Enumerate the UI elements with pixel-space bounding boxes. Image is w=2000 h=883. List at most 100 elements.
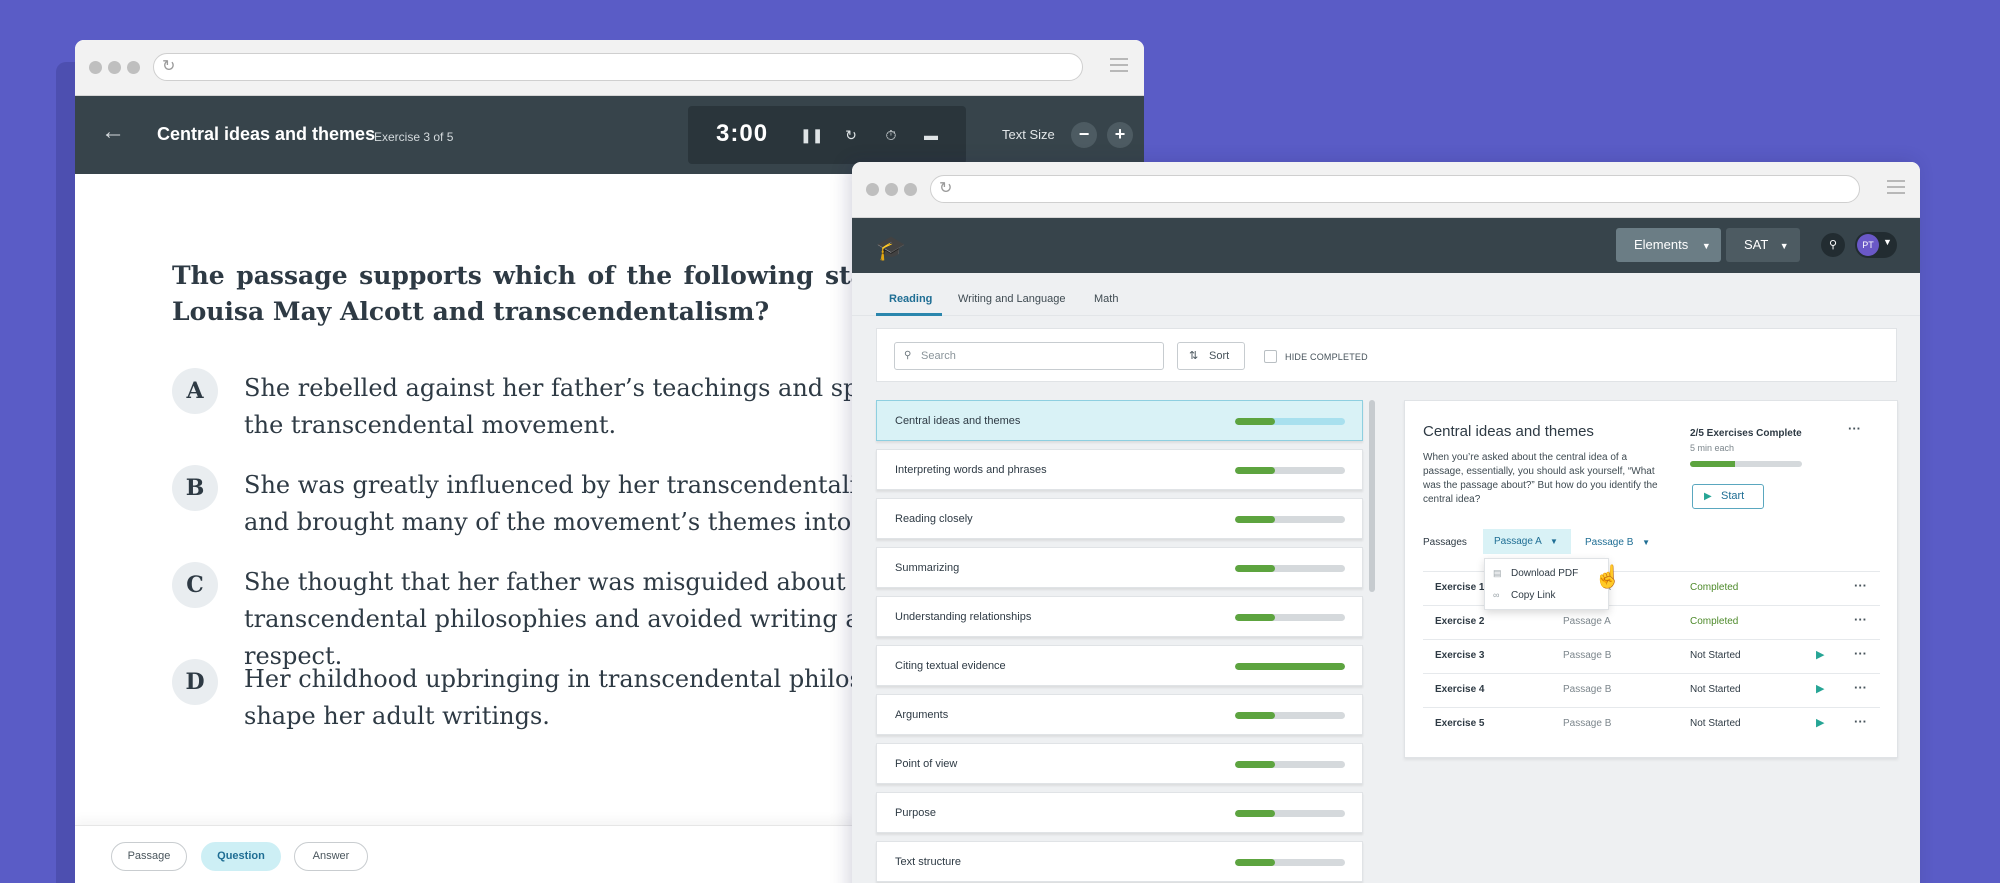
play-icon: ▶ bbox=[1704, 491, 1712, 502]
skill-name: Reading closely bbox=[895, 513, 973, 525]
progress-fill bbox=[1235, 663, 1345, 670]
graduation-cap-logo-icon[interactable]: 🎓 bbox=[876, 234, 906, 263]
checkbox[interactable] bbox=[1264, 350, 1277, 363]
exercise-row[interactable]: Exercise 4 Passage B Not Started ▶ ··· bbox=[1423, 673, 1880, 707]
more-options-icon[interactable]: ··· bbox=[1854, 612, 1867, 627]
skill-list-item[interactable]: Understanding relationships bbox=[876, 596, 1363, 637]
play-icon[interactable]: ▶ bbox=[1816, 716, 1824, 729]
progress-fill bbox=[1235, 761, 1275, 768]
progress-fill bbox=[1235, 859, 1275, 866]
progress-fill bbox=[1235, 418, 1275, 425]
exercise-name: Exercise 4 bbox=[1435, 684, 1485, 695]
play-icon[interactable]: ▶ bbox=[1816, 682, 1824, 695]
start-label: Start bbox=[1721, 490, 1745, 502]
skill-list-item[interactable]: Central ideas and themes bbox=[876, 400, 1363, 441]
passage-a-menu: ▤ Download PDF ∞ Copy Link bbox=[1484, 558, 1609, 610]
tab-reading[interactable]: Reading bbox=[889, 293, 932, 305]
search-icon[interactable]: ⚲ bbox=[1821, 233, 1845, 257]
pause-icon[interactable]: ❚❚ bbox=[800, 124, 823, 146]
hand-pointer-cursor-icon: ☝ bbox=[1594, 564, 1622, 589]
skill-list-item[interactable]: Point of view bbox=[876, 743, 1363, 784]
exercise-row[interactable]: Exercise 5 Passage B Not Started ▶ ··· bbox=[1423, 707, 1880, 741]
skill-list-item[interactable]: Purpose bbox=[876, 792, 1363, 833]
minimize-timer-icon[interactable]: ▬ bbox=[920, 124, 942, 146]
copy-link-menu-item[interactable]: ∞ Copy Link bbox=[1493, 590, 1555, 601]
timer-panel: 3:00 ❚❚ ↻ ⏱ ▬ bbox=[688, 106, 966, 164]
hide-completed-checkbox[interactable]: HIDE COMPLETED bbox=[1264, 350, 1368, 363]
avatar: PT bbox=[1857, 234, 1879, 256]
skill-progress-bar bbox=[1235, 614, 1345, 621]
reload-icon[interactable]: ↻ bbox=[939, 180, 952, 198]
file-icon: ▤ bbox=[1493, 568, 1502, 578]
answer-tab-button[interactable]: Answer bbox=[294, 842, 368, 871]
exercise-status: Completed bbox=[1690, 616, 1739, 627]
exercise-name: Exercise 1 bbox=[1435, 582, 1485, 593]
browser-chrome: ↻ bbox=[75, 40, 1144, 96]
passage-a-label: Passage A bbox=[1494, 536, 1542, 547]
window-controls[interactable] bbox=[89, 61, 140, 74]
skill-list-item[interactable]: Text structure bbox=[876, 841, 1363, 882]
address-bar[interactable]: ↻ bbox=[153, 53, 1083, 81]
elements-label: Elements bbox=[1634, 237, 1689, 252]
skill-list-item[interactable]: Summarizing bbox=[876, 547, 1363, 588]
exercise-row[interactable]: Exercise 3 Passage B Not Started ▶ ··· bbox=[1423, 639, 1880, 673]
exercise-name: Exercise 3 bbox=[1435, 650, 1485, 661]
reload-icon[interactable]: ↻ bbox=[162, 58, 175, 76]
more-options-icon[interactable]: ··· bbox=[1854, 714, 1867, 729]
passage-b-label: Passage B bbox=[1585, 537, 1634, 548]
skill-progress-bar bbox=[1235, 565, 1345, 572]
chevron-down-icon: ▼ bbox=[1779, 241, 1789, 251]
skill-list-item[interactable]: Reading closely bbox=[876, 498, 1363, 539]
more-options-icon[interactable]: ··· bbox=[1854, 680, 1867, 695]
more-options-icon[interactable]: ··· bbox=[1854, 578, 1867, 593]
skill-list-item[interactable]: Citing textual evidence bbox=[876, 645, 1363, 686]
skill-detail-panel: Central ideas and themes When you’re ask… bbox=[1404, 400, 1898, 758]
question-tab-button[interactable]: Question bbox=[201, 842, 281, 871]
skill-progress-bar bbox=[1235, 712, 1345, 719]
skill-list-item[interactable]: Arguments bbox=[876, 694, 1363, 735]
skill-name: Understanding relationships bbox=[895, 611, 1032, 623]
user-menu[interactable]: PT ▼ bbox=[1855, 232, 1897, 258]
hide-completed-label: HIDE COMPLETED bbox=[1285, 352, 1368, 362]
skill-progress-bar bbox=[1235, 810, 1345, 817]
sort-button[interactable]: ⇅ Sort bbox=[1177, 342, 1245, 370]
skill-name: Citing textual evidence bbox=[895, 660, 1006, 672]
duration-label: 5 min each bbox=[1690, 443, 1735, 453]
progress-fill bbox=[1235, 712, 1275, 719]
download-pdf-menu-item[interactable]: ▤ Download PDF bbox=[1493, 568, 1578, 579]
browser-menu-icon[interactable] bbox=[1110, 58, 1128, 72]
text-size-increase-button[interactable]: + bbox=[1107, 122, 1133, 148]
passage-a-dropdown[interactable]: Passage A ▼ bbox=[1483, 529, 1571, 554]
play-icon[interactable]: ▶ bbox=[1816, 648, 1824, 661]
answer-letter: C bbox=[172, 562, 218, 608]
back-arrow-icon[interactable]: ← bbox=[101, 118, 125, 146]
scrollbar[interactable] bbox=[1369, 400, 1375, 592]
tab-math[interactable]: Math bbox=[1094, 293, 1118, 305]
skill-list-item[interactable]: Interpreting words and phrases bbox=[876, 449, 1363, 490]
stopwatch-icon[interactable]: ⏱ bbox=[880, 124, 902, 146]
copy-link-label: Copy Link bbox=[1511, 590, 1556, 601]
address-bar[interactable]: ↻ bbox=[930, 175, 1860, 203]
app-browser-window: ↻ 🎓 Elements ▼ SAT ▼ ⚲ PT ▼ Reading Writ… bbox=[852, 162, 1920, 883]
more-options-icon[interactable]: ··· bbox=[1848, 421, 1861, 436]
browser-menu-icon[interactable] bbox=[1887, 180, 1905, 194]
progress-fill bbox=[1235, 810, 1275, 817]
elements-dropdown-button[interactable]: Elements ▼ bbox=[1616, 228, 1721, 262]
skill-name: Purpose bbox=[895, 807, 936, 819]
reset-icon[interactable]: ↻ bbox=[840, 124, 862, 146]
filter-bar: ⚲ Search ⇅ Sort HIDE COMPLETED bbox=[876, 328, 1897, 382]
passage-tab-button[interactable]: Passage bbox=[111, 842, 187, 871]
progress-fill bbox=[1235, 565, 1275, 572]
start-button[interactable]: ▶ Start bbox=[1692, 484, 1764, 509]
exercise-row[interactable]: Exercise 2 Passage A Completed ··· bbox=[1423, 605, 1880, 639]
chevron-down-icon: ▼ bbox=[1701, 241, 1711, 251]
sat-dropdown-button[interactable]: SAT ▼ bbox=[1726, 228, 1800, 262]
exercise-status: Completed bbox=[1690, 582, 1739, 593]
passage-b-dropdown[interactable]: Passage B ▼ bbox=[1585, 537, 1650, 548]
tab-writing-and-language[interactable]: Writing and Language bbox=[958, 293, 1065, 305]
exercise-counter: Exercise 3 of 5 bbox=[374, 130, 454, 144]
window-controls[interactable] bbox=[866, 183, 917, 196]
search-input[interactable]: ⚲ Search bbox=[894, 342, 1164, 370]
text-size-decrease-button[interactable]: − bbox=[1071, 122, 1097, 148]
more-options-icon[interactable]: ··· bbox=[1854, 646, 1867, 661]
